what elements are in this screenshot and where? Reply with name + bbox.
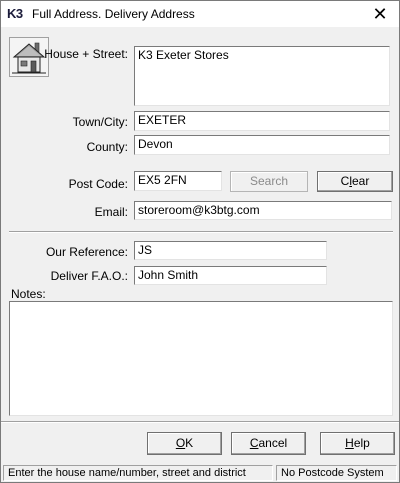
clear-button-post: ear [352, 174, 370, 188]
title-bar: K3 Full Address. Delivery Address ✕ [1, 1, 399, 27]
town-label: Town/City: [72, 115, 128, 129]
separator [9, 231, 393, 233]
search-button[interactable]: Search [230, 171, 308, 192]
county-label: County: [86, 140, 128, 154]
house-street-label: House + Street: [44, 47, 128, 61]
help-button-mnemonic: H [345, 436, 354, 450]
clear-button[interactable]: Clear [317, 171, 393, 192]
our-reference-label: Our Reference: [45, 245, 128, 259]
ok-button-post: K [185, 436, 194, 450]
deliver-fao-field[interactable]: John Smith [134, 266, 327, 285]
ok-button[interactable]: OK [147, 432, 222, 455]
cancel-button-post: ancel [258, 436, 288, 450]
help-button-post: elp [353, 436, 370, 450]
email-label: Email: [94, 205, 128, 219]
postcode-field[interactable]: EX5 2FN [134, 171, 222, 191]
status-postcode-system: No Postcode System [276, 465, 397, 481]
ok-button-mnemonic: O [175, 436, 186, 450]
our-reference-field[interactable]: JS [134, 241, 327, 260]
county-field[interactable]: Devon [134, 135, 390, 155]
email-field[interactable]: storeroom@k3btg.com [134, 201, 392, 220]
status-bar: Enter the house name/number, street and … [1, 463, 399, 482]
house-icon [9, 37, 49, 77]
notes-field[interactable] [9, 301, 393, 416]
close-icon[interactable]: ✕ [365, 2, 395, 26]
house-street-field[interactable]: K3 Exeter Stores [134, 46, 390, 106]
window-title: Full Address. Delivery Address [32, 7, 195, 21]
separator [1, 421, 399, 423]
postcode-label: Post Code: [68, 177, 128, 191]
cancel-button[interactable]: Cancel [231, 432, 306, 455]
deliver-fao-label: Deliver F.A.O.: [50, 269, 128, 283]
help-button[interactable]: Help [320, 432, 395, 455]
app-logo: K3 [7, 6, 23, 21]
town-field[interactable]: EXETER [134, 111, 390, 131]
dialog-window: K3 Full Address. Delivery Address ✕ Hous… [0, 0, 400, 483]
status-hint: Enter the house name/number, street and … [3, 465, 273, 481]
notes-label: Notes: [11, 287, 46, 301]
